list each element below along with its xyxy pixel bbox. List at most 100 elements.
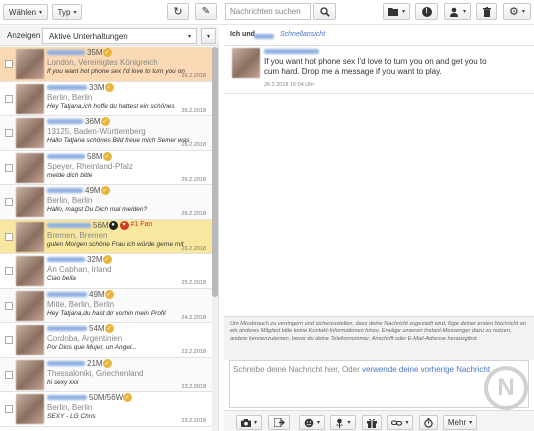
avatar[interactable] [16, 49, 44, 79]
shield-badge-icon: ● [108, 220, 118, 230]
avatar[interactable] [16, 152, 44, 183]
timer-button[interactable] [419, 415, 438, 430]
conversation-row[interactable]: 54M ✓ Cordoba, Argentinien Por Dios que Muj… [0, 323, 212, 358]
select-dropdown-button[interactable]: Wählen ▾ [3, 4, 48, 20]
verified-badge-icon: ✓ [102, 358, 112, 368]
sender-name[interactable] [264, 49, 319, 54]
settings-button[interactable]: ⚙ ▾ [503, 3, 531, 20]
avatar[interactable] [16, 256, 44, 286]
use-previous-message-link[interactable]: verwende deine vorherige Nachricht [362, 365, 490, 374]
member-age: 50M/56W [89, 393, 124, 402]
chevron-down-icon: ▾ [253, 420, 257, 426]
avatar[interactable] [16, 394, 44, 424]
sort-button[interactable]: ▾ [201, 28, 216, 44]
refresh-button[interactable]: ↻ [167, 3, 189, 20]
conversation-filter-select[interactable]: Aktive Unterhaltungen ▾ [42, 28, 197, 44]
row-checkbox[interactable] [5, 232, 13, 241]
message-date: 26.2.2018 [181, 176, 206, 183]
row-checkbox[interactable] [5, 94, 13, 103]
member-age: 36M [85, 117, 101, 126]
avatar[interactable] [16, 83, 44, 114]
member-location: Berlin, Berlin [47, 196, 93, 205]
compose-button[interactable]: ✎ [195, 3, 217, 20]
member-name[interactable] [47, 188, 83, 193]
member-name[interactable] [47, 257, 85, 262]
conversation-row[interactable]: 33M ✓ Berlin, Berlin Hey Tatjana,ich hoffe … [0, 81, 212, 116]
camera-icon [240, 418, 251, 427]
chevron-down-icon: ▾ [462, 9, 466, 15]
avatar[interactable] [16, 359, 44, 390]
member-name[interactable] [47, 360, 85, 366]
search-input[interactable]: Nachrichten suchen [225, 3, 311, 20]
folder-icon [387, 7, 399, 16]
watermark-logo: N [484, 366, 528, 410]
folder-button[interactable]: ▾ [383, 3, 410, 20]
conversation-row[interactable]: 49M ✓ Berlin, Berlin Hallo, magst Du Dich m… [0, 185, 212, 220]
row-checkbox[interactable] [5, 301, 13, 310]
sender-avatar[interactable] [232, 48, 260, 78]
more-button[interactable]: Mehr ▾ [443, 415, 477, 430]
search-button[interactable] [313, 3, 336, 20]
member-location: 13125, Baden-Württemberg [47, 127, 146, 136]
scrollbar-thumb[interactable] [212, 47, 218, 297]
gift-button[interactable] [362, 415, 382, 430]
row-checkbox[interactable] [5, 163, 13, 172]
member-name[interactable] [47, 291, 87, 297]
conversation-list-pane: Anzeigen Aktive Unterhaltungen ▾ ▾ 35M ✓ L… [0, 26, 219, 431]
member-name[interactable] [47, 119, 83, 124]
search-placeholder: Nachrichten suchen [230, 7, 301, 16]
chevron-down-icon: ▾ [73, 9, 77, 16]
member-name[interactable] [47, 326, 87, 331]
avatar[interactable] [16, 187, 44, 217]
conversation-row[interactable]: 49M ✓ Mitte, Berlin, Berlin Hey Tatjana,du … [0, 288, 212, 323]
delete-button[interactable] [476, 3, 497, 20]
flower-icon [335, 418, 344, 428]
conversation-row[interactable]: 21M ✓ Thessaloniki, Griechenland hi sexy xx… [0, 357, 212, 392]
link-button[interactable]: ▾ [387, 415, 413, 430]
message-date: 23.2.2018 [181, 418, 206, 424]
user-action-button[interactable]: ▾ [444, 3, 471, 20]
chevron-down-icon: ▾ [401, 9, 405, 15]
quick-view-link[interactable]: Schnellansicht [280, 31, 325, 38]
member-name[interactable] [47, 222, 91, 228]
member-location: Bremen, Bremen [47, 230, 108, 240]
emoji-button[interactable]: ▾ [299, 415, 325, 430]
photo-button[interactable]: ▾ [236, 415, 262, 430]
type-dropdown-button[interactable]: Typ ▾ [52, 4, 82, 20]
conversation-row[interactable]: 32M ✓ An Cabhan, Irland Ciao bella 25.2.2018 [0, 254, 212, 289]
member-name[interactable] [47, 50, 85, 55]
row-checkbox[interactable] [5, 129, 13, 137]
report-button[interactable]: ! [415, 3, 438, 20]
row-checkbox[interactable] [5, 405, 13, 413]
row-checkbox[interactable] [5, 370, 13, 379]
flower-button[interactable]: ▾ [330, 415, 356, 430]
conversation-row[interactable]: 35M ✓ London, Vereinigtes Königreich If you… [0, 47, 212, 82]
chevron-down-icon: ▾ [187, 34, 191, 40]
conversation-row[interactable]: 36M ✓ 13125, Baden-Württemberg Hallo Tatjan… [0, 116, 212, 151]
member-age: 54M [89, 324, 105, 333]
avatar[interactable] [16, 290, 44, 321]
member-location: Berlin, Berlin [47, 403, 93, 412]
conversation-row[interactable]: 58M ✓ Speyer, Rheinland-Pfalz melde dich bi… [0, 150, 212, 185]
message-date: 26.2.2018 [181, 107, 206, 114]
avatar[interactable] [16, 325, 44, 355]
row-checkbox[interactable] [5, 336, 13, 344]
message-text: If you want hot phone sex I'd love to tu… [264, 57, 487, 76]
avatar[interactable] [16, 221, 44, 252]
row-checkbox[interactable] [5, 60, 13, 68]
member-name[interactable] [47, 153, 85, 159]
verified-badge-icon: ✓ [100, 117, 110, 126]
member-name[interactable] [47, 395, 87, 400]
member-name[interactable] [47, 84, 87, 90]
row-checkbox[interactable] [5, 198, 13, 206]
conversation-row[interactable]: 56M ● ♥ #1 Fan Bremen, Bremen guten Morgen sc… [0, 219, 212, 254]
partner-name[interactable] [254, 34, 274, 39]
share-profile-button[interactable] [268, 415, 290, 430]
message-date: 26.2.2018 [181, 142, 206, 148]
message-preview: Hey Tatjana,du hast dir vorhin mein Prof… [47, 309, 166, 317]
avatar[interactable] [16, 118, 44, 148]
row-checkbox[interactable] [5, 267, 13, 275]
conversation-row[interactable]: 50M/56W ✓ Berlin, Berlin SEXY - LG Chris 23.… [0, 392, 212, 427]
conversation-title: Ich und [230, 31, 255, 38]
member-age: 33M [89, 82, 105, 92]
